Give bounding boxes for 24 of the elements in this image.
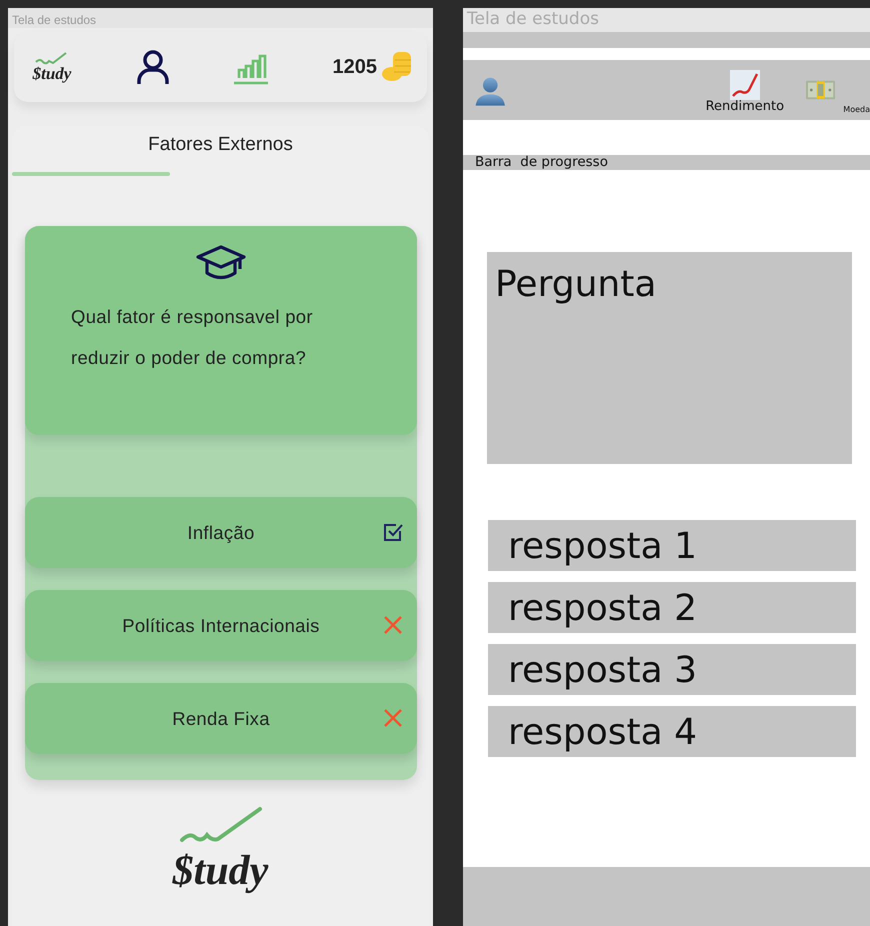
answer-placeholder[interactable]: resposta 3 [488,644,856,695]
profile-icon[interactable] [136,49,170,85]
answer-label: Políticas Internacionais [121,614,321,636]
coins-icon [381,52,413,82]
nav-label: Rendimento [706,100,784,114]
question-text: Qual fator é responsavel por reduzir o poder de compra? [71,305,314,370]
answer-placeholder[interactable]: resposta 4 [488,706,856,757]
section-title: Fatores Externos [148,133,293,157]
answer-label: Renda Fixa [171,708,271,730]
answer-label: Inflação [186,522,256,544]
screen-title: Tela de estudos [463,8,870,32]
nav-label: Moeda [843,105,870,114]
placeholder-label: Barra de progresso [475,154,608,170]
answer-option[interactable]: Renda Fixa [25,683,417,754]
answer-placeholder[interactable]: resposta 1 [488,520,856,571]
app-logo: $tudy [32,65,72,83]
answer-placeholder[interactable]: resposta 2 [488,582,856,633]
placeholder-label: Pergunta [495,264,656,305]
chart-icon[interactable] [730,70,760,100]
answer-option[interactable]: Políticas Internacionais [25,590,417,661]
app-logo: $tudy [172,847,268,896]
screen-title: Tela de estudos [8,8,433,28]
answer-option[interactable]: Inflação [25,497,417,568]
coin-count: 1205 [332,56,377,78]
